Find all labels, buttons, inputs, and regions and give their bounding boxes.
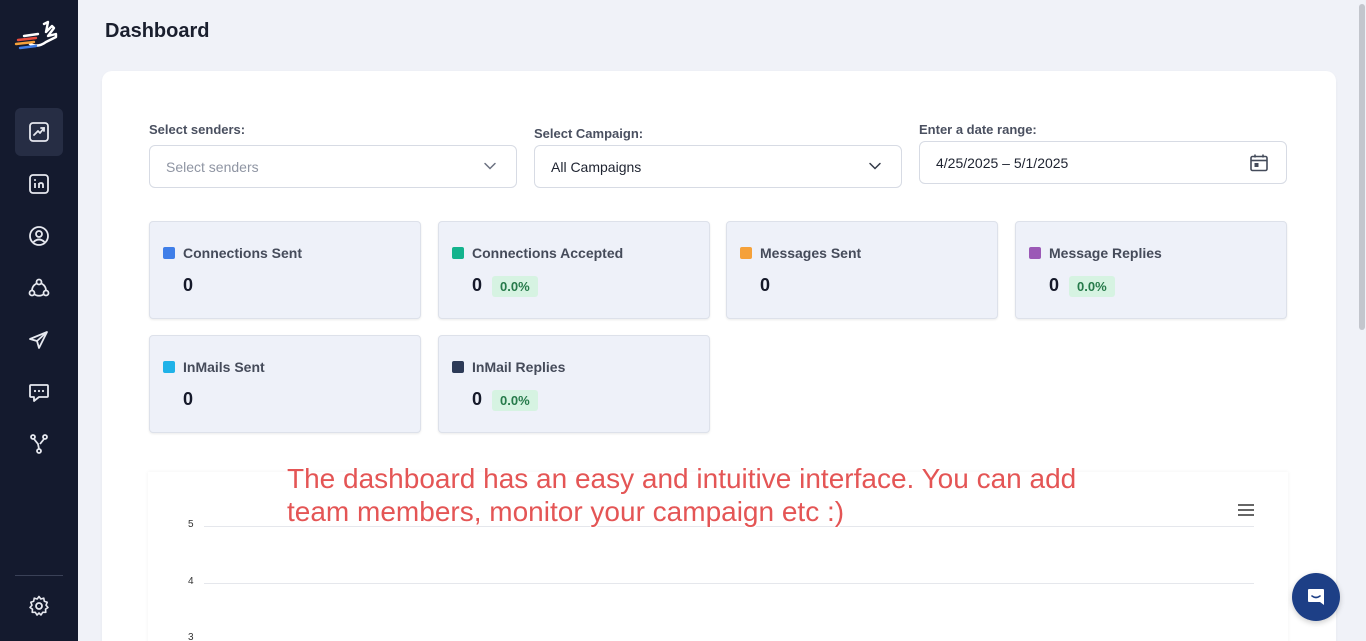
nav-settings[interactable] — [15, 582, 63, 630]
stat-connections-accepted: Connections Accepted 0 0.0% — [438, 221, 710, 319]
stat-label: InMail Replies — [472, 359, 566, 375]
legend-square-icon — [163, 361, 175, 373]
stat-value: 0 — [472, 275, 483, 295]
senders-label: Select senders: — [149, 122, 246, 137]
nav-network[interactable] — [15, 264, 63, 312]
gridline — [204, 583, 1254, 584]
chevron-down-icon — [484, 162, 496, 170]
annotation-line: The dashboard has an easy and intuitive … — [287, 463, 1077, 494]
legend-square-icon — [452, 247, 464, 259]
stat-label: Messages Sent — [760, 245, 862, 261]
app-logo[interactable] — [14, 18, 62, 56]
scrollbar-thumb[interactable] — [1359, 4, 1365, 330]
stat-value: 0 — [1049, 275, 1060, 295]
legend-square-icon — [163, 247, 175, 259]
hamburger-menu-icon[interactable] — [1236, 502, 1256, 518]
legend-square-icon — [452, 361, 464, 373]
campaign-select[interactable]: All Campaigns — [534, 145, 902, 188]
stat-value: 0 — [183, 389, 194, 409]
legend-square-icon — [740, 247, 752, 259]
campaign-value: All Campaigns — [551, 158, 642, 175]
chevron-down-icon — [869, 162, 881, 170]
annotation-line: team members, monitor your campaign etc … — [287, 496, 845, 527]
annotation-overlay: The dashboard has an easy and intuitive … — [287, 462, 1147, 528]
chart-trend-icon — [29, 122, 49, 142]
date-range-label: Enter a date range: — [919, 122, 1037, 137]
nav-messages[interactable] — [15, 368, 63, 416]
stat-connections-sent: Connections Sent 0 — [149, 221, 421, 319]
stat-label: Message Replies — [1049, 245, 1162, 261]
sidebar-divider — [15, 575, 63, 576]
workflow-icon — [30, 434, 48, 454]
nav-workflow[interactable] — [15, 420, 63, 468]
y-tick-label: 3 — [188, 632, 194, 641]
legend-square-icon — [1029, 247, 1041, 259]
nav-dashboard[interactable] — [15, 108, 63, 156]
stat-message-replies: Message Replies 0 0.0% — [1015, 221, 1287, 319]
campaign-label: Select Campaign: — [534, 126, 644, 141]
rate-badge: 0.0% — [492, 276, 538, 297]
date-range-value: 4/25/2025 – 5/1/2025 — [936, 154, 1069, 171]
stat-inmail-replies: InMail Replies 0 0.0% — [438, 335, 710, 433]
rate-badge: 0.0% — [1069, 276, 1115, 297]
date-range-input[interactable]: 4/25/2025 – 5/1/2025 — [919, 141, 1287, 184]
stat-messages-sent: Messages Sent 0 — [726, 221, 998, 319]
stat-label: Connections Accepted — [472, 245, 624, 261]
gear-icon — [29, 595, 49, 616]
nav-linkedin[interactable] — [15, 160, 63, 208]
stat-value: 0 — [760, 275, 771, 295]
chat-widget-button[interactable] — [1292, 573, 1340, 621]
senders-select[interactable]: Select senders — [149, 145, 517, 188]
stat-label: InMails Sent — [183, 359, 265, 375]
rate-badge: 0.0% — [492, 390, 538, 411]
stat-label: Connections Sent — [183, 245, 303, 261]
y-tick-label: 4 — [188, 576, 194, 587]
user-circle-icon — [29, 226, 49, 246]
senders-placeholder: Select senders — [166, 158, 259, 175]
message-icon — [29, 384, 49, 402]
page-title: Dashboard — [105, 20, 210, 42]
stat-inmails-sent: InMails Sent 0 — [149, 335, 421, 433]
nav-profile[interactable] — [15, 212, 63, 260]
chat-icon — [1308, 589, 1324, 605]
linkedin-icon — [29, 174, 49, 194]
send-icon — [29, 331, 48, 349]
sidebar — [0, 0, 78, 641]
network-icon — [28, 278, 50, 297]
stat-value: 0 — [183, 275, 194, 295]
calendar-icon[interactable] — [1248, 152, 1270, 174]
stat-value: 0 — [472, 389, 483, 409]
y-tick-label: 5 — [188, 519, 194, 530]
nav-campaigns[interactable] — [15, 316, 63, 364]
